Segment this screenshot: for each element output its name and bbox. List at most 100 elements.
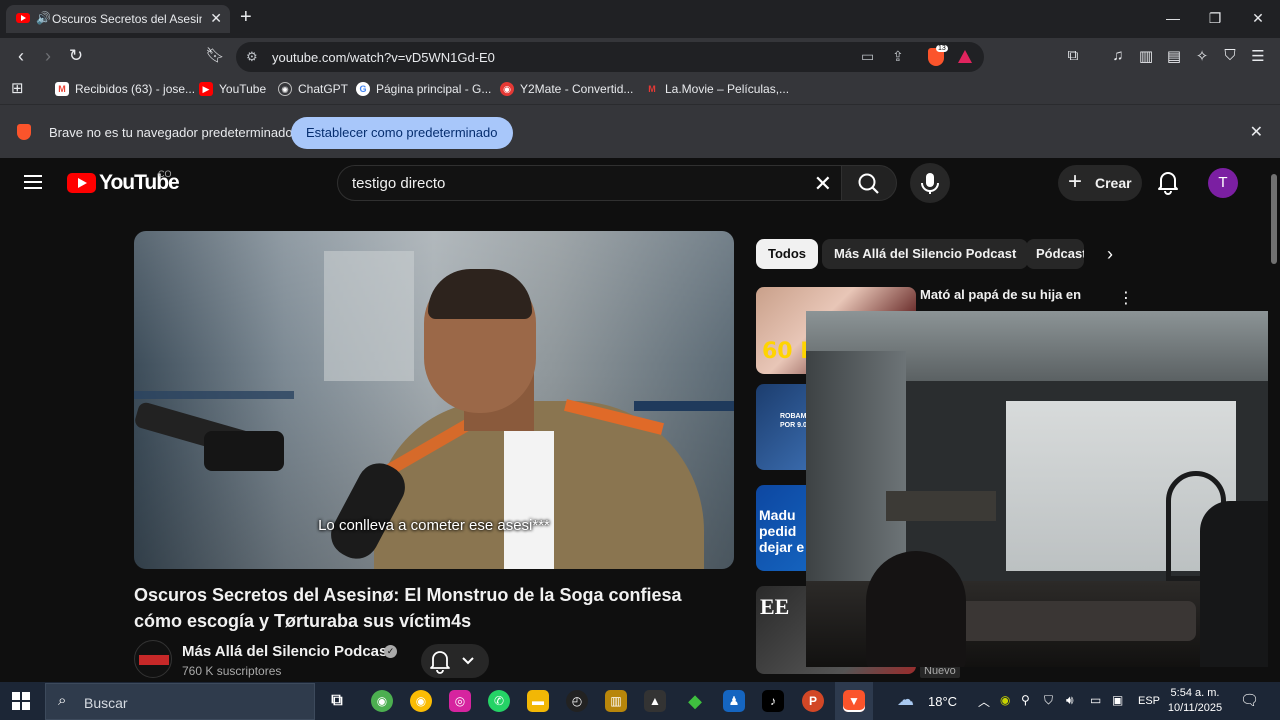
- minimize-window-button[interactable]: —: [1163, 10, 1183, 26]
- close-window-button[interactable]: ✕: [1248, 10, 1268, 27]
- weather-cloud-icon[interactable]: ☁: [897, 690, 914, 710]
- instagram-icon[interactable]: ◎: [449, 690, 471, 712]
- channel-avatar[interactable]: [134, 640, 172, 678]
- powerpoint-icon[interactable]: P: [802, 690, 824, 712]
- speedtest-icon[interactable]: ◴: [566, 690, 588, 712]
- recommendation-title[interactable]: Mató al papá de su hija en: [920, 287, 1081, 302]
- channel-name[interactable]: Más Allá del Silencio Podcast: [182, 643, 392, 660]
- create-button[interactable]: + Crear: [1058, 165, 1142, 201]
- bookmark-page-button[interactable]: 🔖︎: [204, 46, 226, 64]
- leo-ai-icon[interactable]: ✧: [1192, 47, 1212, 65]
- thumbnail-text: Madu pedid dejar e: [759, 507, 805, 555]
- sims-icon[interactable]: ◆: [684, 690, 706, 712]
- user-avatar[interactable]: T: [1208, 168, 1238, 198]
- network-icon[interactable]: ▣: [1112, 693, 1123, 707]
- chrome-icon[interactable]: ◉: [410, 690, 432, 712]
- clear-search-icon[interactable]: ✕: [814, 171, 832, 197]
- tray-wifi-icon[interactable]: ⚲: [1021, 693, 1030, 707]
- close-tab-icon[interactable]: ✕: [210, 10, 222, 27]
- tray-overflow-icon[interactable]: ︿: [978, 693, 990, 710]
- tray-app-icon[interactable]: ◉: [1000, 693, 1010, 707]
- back-button[interactable]: ‹: [10, 46, 32, 67]
- file-explorer-icon[interactable]: ▬: [527, 690, 549, 712]
- video-frame-window: [324, 251, 414, 381]
- bookmark-youtube[interactable]: ▶ YouTube: [199, 82, 266, 96]
- bookmark-y2mate[interactable]: ◉ Y2Mate - Convertid...: [500, 82, 633, 96]
- whatsapp-icon[interactable]: ✆: [488, 690, 510, 712]
- video-frame-mic-arm: [204, 431, 284, 471]
- task-view-icon[interactable]: ⧉: [326, 690, 348, 712]
- reload-button[interactable]: ↻: [65, 46, 87, 66]
- bookmark-lamovie[interactable]: M La.Movie – Películas,...: [645, 82, 789, 96]
- start-button[interactable]: [12, 692, 30, 710]
- browser-tab-youtube[interactable]: 🔊 Oscuros Secretos del Asesinø ✕: [6, 5, 230, 33]
- sidebar-toggle-icon[interactable]: ▥: [1136, 47, 1156, 65]
- screenshot-icon[interactable]: ⧉: [1063, 47, 1083, 64]
- shields-count-badge: 13: [936, 45, 948, 52]
- scrollbar-thumb[interactable]: [1271, 174, 1277, 264]
- battery-icon[interactable]: ▭: [1090, 693, 1101, 707]
- input-language[interactable]: ESP: [1138, 695, 1160, 707]
- video-frame-shirt: [504, 431, 554, 569]
- close-infobar-icon[interactable]: ✕: [1250, 122, 1263, 142]
- youtube-icon: ▶: [199, 82, 213, 96]
- search-button[interactable]: [841, 165, 897, 201]
- bookmark-google[interactable]: G Página principal - G...: [356, 82, 491, 96]
- volume-icon[interactable]: 🔊︎: [1066, 693, 1074, 708]
- chrome-canary-icon[interactable]: ◉: [371, 690, 393, 712]
- brave-rewards-icon[interactable]: [958, 50, 972, 63]
- system-clock[interactable]: 5:54 a. m. 10/11/2025: [1160, 686, 1230, 716]
- wallet-icon[interactable]: ▤: [1164, 47, 1184, 65]
- new-tab-button[interactable]: +: [240, 7, 252, 27]
- menu-icon[interactable]: ☰: [1248, 47, 1268, 65]
- chip-channel[interactable]: Más Allá del Silencio Podcast: [822, 239, 1029, 269]
- channel-logo: [139, 655, 169, 665]
- plus-icon: +: [1068, 168, 1083, 195]
- cast-icon[interactable]: ▭: [861, 48, 874, 65]
- address-url[interactable]: youtube.com/watch?v=vD5WN1Gd-E0: [272, 50, 495, 65]
- chip-all[interactable]: Todos: [756, 239, 819, 269]
- webcam-shelf: [886, 491, 996, 521]
- site-info-icon[interactable]: ⚙: [246, 49, 258, 65]
- bookmark-label: Y2Mate - Convertid...: [520, 82, 634, 96]
- address-bar[interactable]: ⚙ youtube.com/watch?v=vD5WN1Gd-E0 ▭ ⇪ 13: [236, 42, 984, 72]
- winrar-icon[interactable]: ▥: [605, 690, 627, 712]
- chip-podcasts[interactable]: Pódcasts: [1026, 239, 1084, 269]
- tray-security-icon[interactable]: ⛉: [1044, 693, 1053, 708]
- search-input[interactable]: [352, 166, 802, 200]
- tiktok-icon[interactable]: ♪: [762, 690, 784, 712]
- video-frame-rail: [134, 391, 294, 399]
- forward-button[interactable]: ›: [37, 46, 59, 67]
- notifications-icon[interactable]: 🗨︎: [1240, 691, 1259, 709]
- share-icon[interactable]: ⇪: [892, 48, 904, 65]
- weather-temperature[interactable]: 18°C: [928, 694, 957, 709]
- voice-search-button[interactable]: [910, 163, 950, 203]
- bookmark-gmail[interactable]: M Recibidos (63) - jose...: [55, 82, 195, 96]
- youtube-logo-icon[interactable]: [67, 173, 96, 193]
- inkscape-icon[interactable]: ▲: [644, 690, 666, 712]
- vpn-icon[interactable]: ⛉: [1220, 47, 1240, 64]
- search-box[interactable]: ✕: [337, 165, 843, 201]
- verified-check-icon: ✓: [384, 645, 397, 658]
- notifications-button[interactable]: [1154, 168, 1182, 196]
- bookmark-label: YouTube: [219, 82, 267, 96]
- page-scrollbar[interactable]: [1268, 158, 1280, 682]
- chevron-right-icon[interactable]: ›: [1096, 240, 1124, 268]
- bookmark-chatgpt[interactable]: ✺ ChatGPT: [278, 82, 348, 96]
- brave-lion-icon: [17, 124, 31, 140]
- app-blue-icon[interactable]: ♟: [723, 690, 745, 712]
- apps-grid-icon[interactable]: ⊞: [11, 79, 24, 97]
- set-default-button[interactable]: Establecer como predeterminado: [291, 117, 513, 149]
- maximize-window-button[interactable]: ❐: [1205, 10, 1225, 27]
- guide-menu-icon[interactable]: [24, 175, 42, 189]
- video-player[interactable]: Lo conlleva a cometer ese asesi***: [134, 231, 734, 569]
- webcam-person: [866, 551, 966, 667]
- more-actions-icon[interactable]: ⋮: [1118, 288, 1134, 308]
- media-control-icon[interactable]: ♫: [1108, 47, 1128, 64]
- taskbar-search[interactable]: ⌕ Buscar: [45, 683, 315, 720]
- audio-playing-icon[interactable]: 🔊: [36, 11, 51, 25]
- webcam-overlay[interactable]: [806, 311, 1280, 667]
- subscription-notifications-button[interactable]: [421, 644, 489, 678]
- brave-taskbar-button[interactable]: ▼: [835, 682, 873, 720]
- gmail-icon: M: [55, 82, 69, 96]
